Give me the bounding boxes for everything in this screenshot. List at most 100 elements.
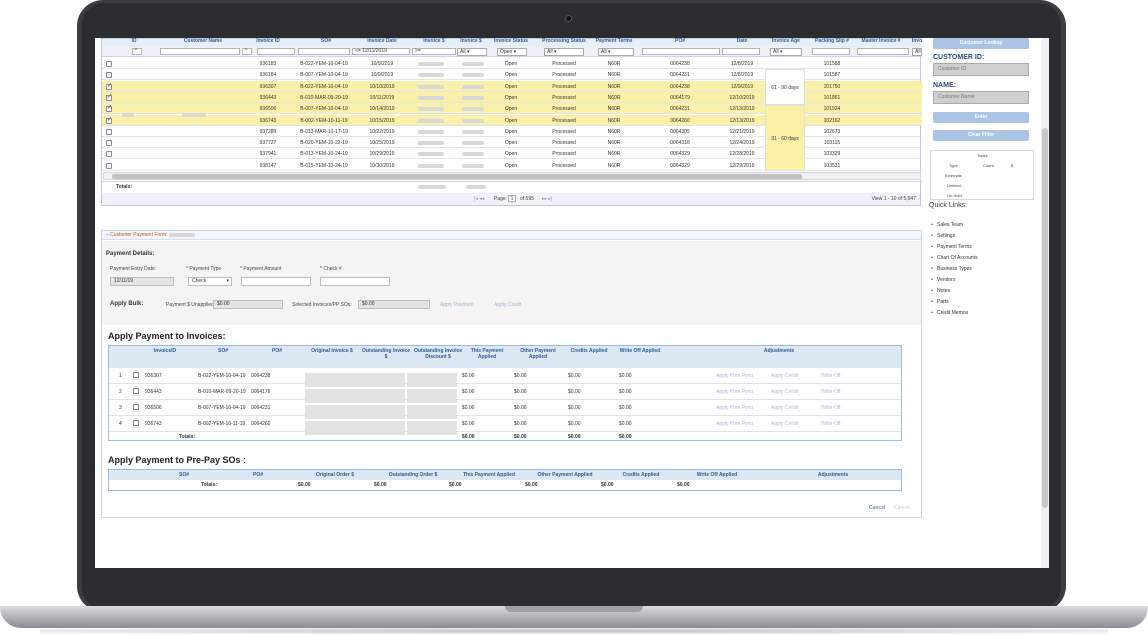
cell-terms: N60R (607, 94, 621, 101)
table-row[interactable]: 936183 B-022-YEM-10-04-19 10/9/2019 Open Pro… (102, 58, 922, 69)
selected-invoices-value: $0.00 (358, 300, 430, 309)
cell-other-payment: $0.00 (514, 389, 527, 395)
apply-prepay-table: SO# PO# Original Order $ Outstanding Order … (108, 469, 902, 491)
payment-amount-field[interactable] (241, 277, 311, 286)
row-checkbox[interactable] (106, 72, 112, 79)
filter-date[interactable] (722, 48, 760, 55)
pager-page-input[interactable]: 1 (508, 195, 516, 202)
cell-invoice-date: 10/15/2019 (369, 117, 395, 124)
row-checkbox[interactable] (133, 404, 139, 410)
apply-credit-button[interactable]: Apply Credit (494, 302, 521, 308)
filter-select-invoice[interactable]: All ▾ (457, 48, 487, 56)
prepay-total: $0.00 (525, 482, 538, 488)
quick-link[interactable]: Settings (931, 233, 955, 239)
filter-select-processing[interactable]: All ▾ (544, 48, 584, 56)
filter-invoice-date[interactable]: <= 12/11/2019 (352, 48, 410, 55)
quick-link[interactable]: Business Types (931, 266, 972, 272)
row-checkbox[interactable] (106, 93, 112, 101)
filter-so[interactable] (298, 48, 350, 55)
filter-select-status[interactable]: Open ▾ (497, 48, 527, 56)
invoice-row[interactable]: 3 936506 B-007-YEM-10-04-19 0064231 $0.00 $0.… (109, 400, 901, 419)
quick-link[interactable]: Notes (931, 288, 950, 294)
quick-link[interactable]: Chart Of Accounts (931, 255, 978, 261)
cell-credits: $0.00 (568, 373, 581, 379)
page-vertical-scrollbar[interactable] (1041, 38, 1049, 568)
payment-details-panel: Payment Details: Payment Entry Date: 12/… (102, 241, 921, 325)
adjustment-button[interactable]: Apply Prev Pymt (716, 405, 753, 411)
quick-link[interactable]: Credit Memos (931, 310, 968, 316)
adjustment-button[interactable]: Apply Credit (771, 405, 798, 411)
invoice-row[interactable]: 4 936743 B-002-YEM-10-11-19 0064260 $0.00 $0.… (109, 416, 901, 435)
filter-select-invo[interactable]: All (912, 48, 922, 56)
customer-lookup-button[interactable]: Customer Lookup (933, 38, 1029, 49)
invoice-row[interactable]: 2 936443 B-010-MAR-09-20-19 0064179 $0.00 $0.… (109, 384, 901, 403)
invoice-row[interactable]: 1 936307 B-022-YEM-10-04-19 0064238 $0.00 $0.… (109, 368, 901, 387)
adjustment-button[interactable]: Write Off (821, 421, 841, 427)
quick-link[interactable]: Vendors (931, 277, 955, 283)
mini-table-row: Externals (945, 173, 962, 178)
row-checkbox[interactable] (106, 128, 112, 135)
adjustment-button[interactable]: Apply Credit (771, 373, 798, 379)
apply-bulk-label: Apply Bulk: (110, 301, 144, 307)
adjustment-button[interactable]: Apply Credit (771, 389, 798, 395)
filter-select-age[interactable]: All ▾ (770, 48, 802, 56)
grid-horizontal-scrollbar[interactable] (103, 172, 921, 180)
cell-invoice-date: 10/30/2019 (369, 162, 395, 169)
apply-payment-button[interactable]: Apply Payment (440, 302, 474, 308)
cancel-disabled-button[interactable]: Cancel (894, 505, 910, 511)
cancel-button[interactable]: Cancel (869, 505, 885, 511)
adjustment-button[interactable]: Write Off (821, 373, 841, 379)
adjustment-button[interactable]: Apply Prev Pymt (716, 421, 753, 427)
row-checkbox[interactable] (106, 140, 112, 147)
filter-master-invoice[interactable] (857, 48, 909, 55)
pager-prev-icon[interactable]: |◂ ◂◂ (474, 196, 484, 202)
filter-select-terms[interactable]: All ▾ (598, 48, 634, 56)
row-checkbox[interactable] (106, 61, 112, 67)
scrollbar-thumb[interactable] (112, 174, 802, 179)
check-number-field[interactable] (320, 277, 390, 286)
adjustment-button[interactable]: Apply Credit (771, 421, 798, 427)
cell-packing-slip: 102162 (823, 117, 841, 124)
row-checkbox[interactable] (133, 420, 139, 426)
quick-links-title: Quick Links: (929, 202, 968, 209)
adjustment-button[interactable]: Apply Prev Pymt (716, 373, 753, 379)
filter-po[interactable] (642, 48, 720, 55)
filter-sort-icon[interactable]: ^ (132, 48, 142, 55)
row-checkbox[interactable] (106, 104, 112, 113)
cell-processing: Processed (552, 83, 576, 90)
adjustment-button[interactable]: Apply Prev Pymt (716, 389, 753, 395)
clear-filter-button[interactable]: Clear Filter (933, 130, 1029, 141)
prepay-total: $0.00 (601, 482, 614, 488)
customer-id-field[interactable]: Customer ID (933, 63, 1029, 76)
cell-blurred (418, 129, 444, 134)
row-checkbox[interactable] (133, 388, 139, 394)
quick-link[interactable]: Payment Terms (931, 244, 972, 250)
cell-blurred (418, 95, 444, 100)
row-checkbox[interactable] (106, 162, 112, 169)
adjustment-button[interactable]: Write Off (821, 389, 841, 395)
filter-packing-slip[interactable] (812, 48, 850, 55)
row-checkbox[interactable] (106, 151, 112, 158)
cell-invoice-id: 936183 (259, 61, 277, 67)
filter-sort-icon[interactable]: ^ (242, 48, 252, 55)
quick-link[interactable]: Parts (931, 299, 949, 305)
adjustment-button[interactable]: Write Off (821, 405, 841, 411)
filter-customer-name[interactable] (160, 48, 240, 55)
cell-status: Open (504, 140, 518, 147)
cell-date: 12/24/2019 (729, 140, 755, 147)
quick-link[interactable]: Sales Team (931, 222, 963, 228)
enter-button[interactable]: Enter (933, 112, 1029, 123)
row-checkbox[interactable] (133, 372, 139, 378)
customer-name-field[interactable]: Customer Name (933, 91, 1029, 104)
payment-form-header[interactable]: – Customer Payment Form: (102, 231, 921, 240)
apply-invoices-header: InvoiceID SO# PO# Original Invoice $ Outstan… (109, 346, 901, 368)
payment-type-select[interactable]: Check ▾ (188, 277, 232, 286)
filter-invoice-id[interactable] (257, 48, 295, 55)
pager-next-icon[interactable]: ▸▸ ▸| (542, 196, 552, 202)
cell-so: B-022-YEM-10-04-19 (198, 373, 246, 379)
row-checkbox[interactable] (106, 116, 112, 124)
scrollbar-thumb[interactable] (1042, 128, 1048, 508)
filter-all-label: All (601, 49, 607, 55)
filter-invoice-amount[interactable]: >= (412, 48, 456, 55)
row-checkbox[interactable] (106, 82, 112, 90)
